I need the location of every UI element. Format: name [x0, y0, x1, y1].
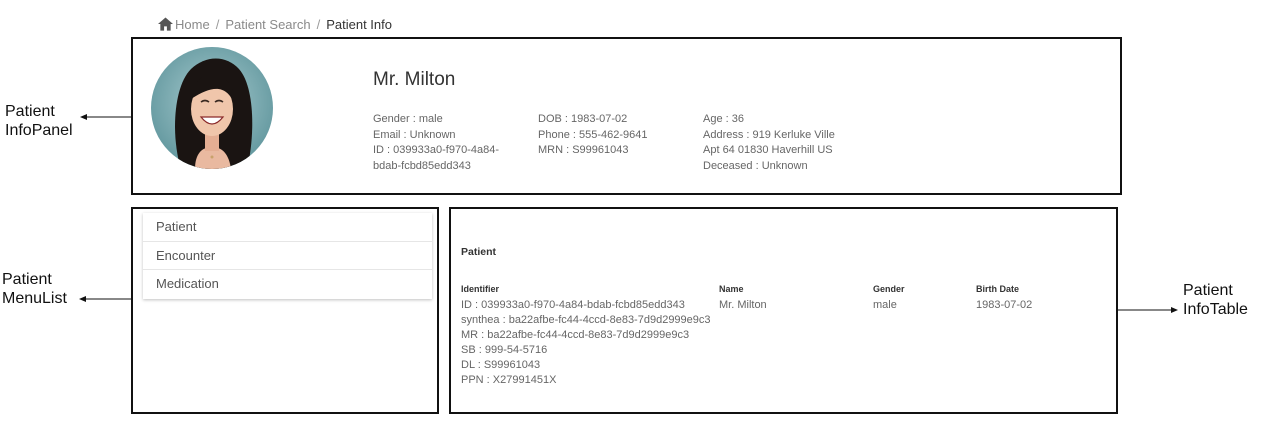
annotation-line: InfoTable: [1183, 301, 1248, 318]
column-header-birth-date: Birth Date: [976, 284, 1020, 294]
menu-item-encounter[interactable]: Encounter: [143, 242, 432, 270]
annotation-arrow-infopanel: [80, 114, 132, 120]
breadcrumb-separator: /: [316, 16, 321, 32]
patient-menu-list: Patient Encounter Medication: [143, 213, 432, 299]
identifier-id: ID : 039933a0-f970-4a84-bdab-fcbd85edd34…: [461, 299, 685, 311]
annotation-line: MenuList: [2, 290, 67, 307]
annotation-label-menulist: Patient MenuList: [2, 270, 67, 308]
table-title: Patient: [461, 246, 497, 258]
breadcrumb-home-link[interactable]: Home: [175, 17, 210, 32]
identifier-sb: SB : 999-54-5716: [461, 344, 548, 356]
table-cell-gender: male: [873, 299, 897, 311]
annotation-line: Patient: [1183, 282, 1233, 299]
annotation-line: Patient: [5, 103, 55, 120]
patient-address: Address : 919 Kerluke Ville Apt 64 01830…: [703, 128, 835, 157]
patient-info-table-panel: Patient Identifier Name Gender Birth Dat…: [449, 207, 1118, 414]
table-cell-identifiers: ID : 039933a0-f970-4a84-bdab-fcbd85edd34…: [461, 298, 711, 388]
breadcrumb-separator: /: [215, 16, 220, 32]
patient-info-column-2: DOB : 1983-07-02 Phone : 555-462-9641 MR…: [538, 112, 647, 159]
annotation-arrow-menulist: [79, 296, 132, 302]
table-cell-name: Mr. Milton: [719, 299, 767, 311]
patient-info-column-3: Age : 36 Address : 919 Kerluke Ville Apt…: [703, 112, 853, 174]
annotation-line: InfoPanel: [5, 122, 73, 139]
menu-item-medication[interactable]: Medication: [143, 270, 432, 299]
identifier-synthea: synthea : ba22afbe-fc44-4ccd-8e83-7d9d29…: [461, 314, 711, 326]
table-cell-birth-date: 1983-07-02: [976, 299, 1033, 311]
identifier-dl: DL : S99961043: [461, 359, 541, 371]
column-header-gender: Gender: [873, 284, 905, 294]
home-icon[interactable]: [158, 17, 173, 31]
patient-email: Email : Unknown: [373, 128, 456, 141]
avatar: [151, 47, 273, 169]
annotation-arrow-infotable: [1118, 307, 1178, 313]
identifier-ppn: PPN : X27991451X: [461, 374, 557, 386]
patient-info-column-1: Gender : male Email : Unknown ID : 03993…: [373, 112, 523, 174]
breadcrumb: Home / Patient Search / Patient Info: [158, 15, 392, 33]
identifier-mr: MR : ba22afbe-fc44-4ccd-8e83-7d9d2999e9c…: [461, 329, 690, 341]
annotation-line: Patient: [2, 271, 52, 288]
annotation-label-infopanel: Patient InfoPanel: [5, 102, 73, 140]
patient-name: Mr. Milton: [373, 69, 456, 90]
breadcrumb-patient-search-link[interactable]: Patient Search: [225, 17, 310, 32]
patient-id: ID : 039933a0-f970-4a84-bdab-fcbd85edd34…: [373, 144, 499, 172]
patient-mrn: MRN : S99961043: [538, 144, 629, 156]
column-header-identifier: Identifier: [461, 284, 500, 294]
column-header-name: Name: [719, 284, 744, 294]
menu-item-patient[interactable]: Patient: [143, 213, 432, 242]
patient-menu-list-panel: Patient Encounter Medication: [131, 207, 439, 414]
patient-gender: Gender : male: [373, 113, 443, 125]
patient-info-panel: Mr. Milton Gender : male Email : Unknown…: [131, 37, 1122, 195]
patient-deceased: Deceased : Unknown: [703, 159, 808, 172]
annotation-label-infotable: Patient InfoTable: [1183, 281, 1248, 319]
breadcrumb-current: Patient Info: [326, 16, 392, 32]
patient-dob: DOB : 1983-07-02: [538, 113, 628, 125]
patient-age: Age : 36: [703, 113, 744, 125]
patient-phone: Phone : 555-462-9641: [538, 128, 648, 141]
